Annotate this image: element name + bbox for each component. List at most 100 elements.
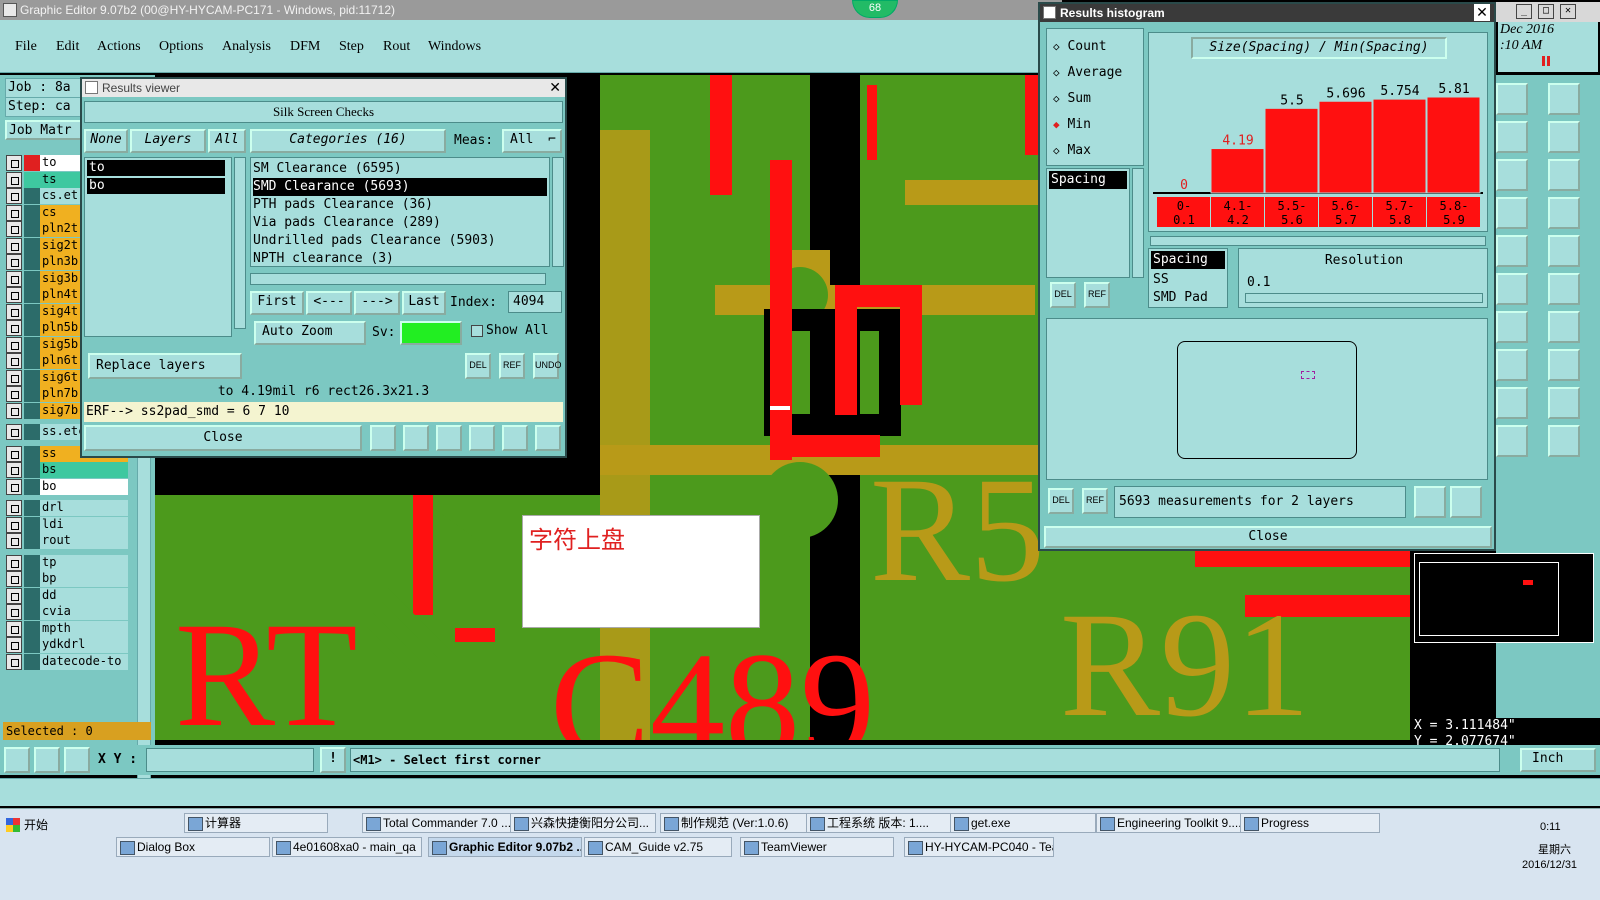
menu-analysis[interactable]: Analysis [222,39,271,55]
layer-color-swatch[interactable] [24,462,40,478]
layer-color-swatch[interactable] [24,620,40,637]
layer-color-swatch[interactable] [24,171,40,188]
close-icon[interactable]: ✕ [1474,4,1490,21]
taskbar-item[interactable]: Progress [1240,813,1380,833]
first-button[interactable]: First [250,291,304,315]
minimize-icon[interactable]: _ [1516,4,1532,19]
rotate-icon[interactable] [1496,349,1528,381]
category-item-selected[interactable]: SMD Clearance (5693) [253,178,547,196]
layer-name[interactable]: ydkdrl [40,637,128,653]
taskbar-item[interactable]: get.exe [950,813,1096,833]
last-button[interactable]: Last [402,291,446,315]
vias-icon[interactable] [1496,197,1528,229]
layer-name[interactable]: cvia [40,604,128,620]
layer-color-swatch[interactable] [24,303,40,320]
layer-color-swatch[interactable] [24,571,40,587]
layer-color-swatch[interactable] [24,445,40,462]
layer-checkbox[interactable] [6,620,22,637]
layer-color-swatch[interactable] [24,604,40,620]
categories-header[interactable]: Categories (16) [250,129,446,153]
units-select[interactable]: Inch [1520,748,1596,772]
option-min[interactable]: ◆ Min [1053,117,1091,132]
histogram-bar[interactable] [1372,98,1427,194]
layer-result-item[interactable]: bo [87,178,225,194]
layer-color-swatch[interactable] [24,533,40,549]
layer-row[interactable]: dd [6,587,128,604]
info-icon[interactable]: ! [320,747,346,773]
layer-name[interactable]: dd [40,587,128,604]
layer-row[interactable]: mpth [6,620,128,637]
option-average[interactable]: ◇ Average [1053,65,1122,80]
prev-button[interactable]: <--- [306,291,352,315]
cursor-icon[interactable] [1496,425,1528,457]
layer-checkbox[interactable] [6,188,22,204]
layer-result-item[interactable]: to [87,160,225,176]
layer-checkbox[interactable] [6,533,22,549]
taskbar-item[interactable]: Graphic Editor 9.07b2 ... [428,837,582,857]
option-max[interactable]: ◇ Max [1053,143,1091,158]
attribute-scrollbar[interactable] [1132,168,1144,278]
layer-color-swatch[interactable] [24,637,40,653]
report-icon[interactable] [469,425,495,451]
layer-color-swatch[interactable] [24,353,40,369]
layer-checkbox[interactable] [6,287,22,303]
layer-color-swatch[interactable] [24,270,40,287]
text-icon[interactable] [1496,387,1528,419]
histogram-bar[interactable] [1318,100,1373,194]
layer-checkbox[interactable] [6,254,22,270]
option-sum[interactable]: ◇ Sum [1053,91,1091,106]
snap-icon[interactable] [4,747,30,773]
layer-type-item[interactable]: Spacing [1151,251,1225,269]
close-icon[interactable]: ✕ [549,79,561,96]
layer-checkbox[interactable] [6,478,22,495]
taskbar-item[interactable]: HY-HYCAM-PC040 - Tea... [904,837,1054,857]
cursor-alt-icon[interactable] [1548,425,1580,457]
sv-color-select[interactable] [400,321,462,345]
layer-color-swatch[interactable] [24,155,40,171]
category-item[interactable]: PTH pads Clearance (36) [253,196,547,214]
close-icon[interactable]: ✕ [1560,4,1576,19]
taskbar-item[interactable]: 制作规范 (Ver:1.0.6) [660,813,808,833]
category-item[interactable]: NPTH clearance (3) [253,250,547,268]
layer-checkbox[interactable] [6,500,22,516]
histogram-bar[interactable] [1210,148,1265,194]
layer-checkbox[interactable] [6,554,22,571]
taskbar-item[interactable]: 兴森快捷衡阳分公司... [510,813,656,833]
ref-button[interactable]: REF [1082,488,1108,514]
layer-row[interactable]: drl [6,500,128,516]
layer-color-swatch[interactable] [24,424,40,440]
layer-checkbox[interactable] [6,462,22,478]
category-item[interactable]: Undrilled pads Clearance (5903) [253,232,547,250]
layer-color-swatch[interactable] [24,402,40,419]
layer-color-swatch[interactable] [24,500,40,516]
layer-color-swatch[interactable] [24,336,40,353]
text-outline-icon[interactable] [1548,387,1580,419]
menu-rout[interactable]: Rout [383,39,410,55]
layer-checkbox[interactable] [6,386,22,402]
resolution-slider[interactable] [1245,293,1483,303]
scale-icon[interactable] [1496,159,1528,191]
layer-checkbox[interactable] [6,637,22,653]
zoom-measure-icon[interactable] [1414,486,1446,518]
layer-color-swatch[interactable] [24,516,40,533]
layer-color-swatch[interactable] [24,320,40,336]
next-button[interactable]: ---> [354,291,400,315]
layer-color-swatch[interactable] [24,287,40,303]
taskbar-item[interactable]: 4e01608xa0 - main_qa [272,837,422,857]
layer-color-swatch[interactable] [24,653,40,670]
layer-checkbox[interactable] [6,221,22,237]
option-count[interactable]: ◇ Count [1053,39,1107,54]
layer-name[interactable]: drl [40,500,128,516]
move-icon[interactable] [1496,121,1528,153]
taskbar-item[interactable]: Engineering Toolkit 9.... [1096,813,1244,833]
job-matrix-button[interactable]: Job Matr [5,120,83,140]
histogram-bar[interactable] [1264,107,1319,194]
xy-input[interactable] [146,748,314,772]
layer-checkbox[interactable] [6,516,22,533]
menu-step[interactable]: Step [339,39,364,55]
layer-type-item[interactable]: SMD Pad [1149,289,1227,307]
menu-actions[interactable]: Actions [97,39,141,55]
show-all-checkbox[interactable] [471,325,483,337]
layer-checkbox[interactable] [6,424,22,440]
histogram-hscrollbar[interactable] [1150,236,1486,246]
